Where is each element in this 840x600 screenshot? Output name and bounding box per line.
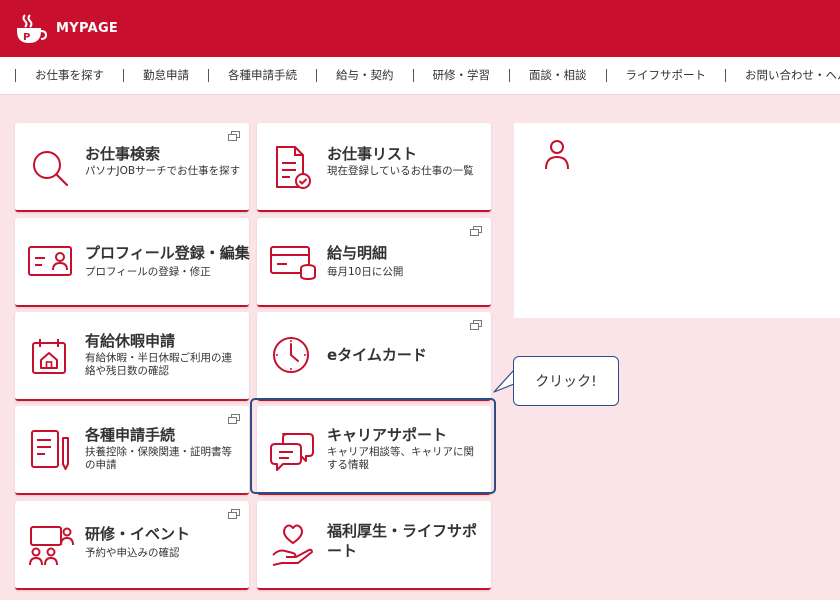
tile-job-list[interactable]: お仕事リスト 現在登録しているお仕事の一覧 xyxy=(257,123,491,212)
tile-title: お仕事検索 xyxy=(85,145,161,163)
tile-description: 有給休暇・半日休暇ご利用の連絡や残日数の確認 xyxy=(85,352,232,377)
tile-description: 現在登録しているお仕事の一覧 xyxy=(327,165,474,177)
tile-description: 扶養控除・保険関連・証明書等の申請 xyxy=(85,446,232,471)
tile-description: 毎月10日に公開 xyxy=(327,266,404,278)
external-window-icon xyxy=(228,414,240,424)
callout-bubble: クリック! xyxy=(513,356,619,406)
document-check-icon xyxy=(276,146,311,189)
tile-description: 予約や申込みの確認 xyxy=(85,547,180,559)
nav-item-consultation[interactable]: 面談・相談 xyxy=(509,69,606,82)
tile-training-event[interactable]: 研修・イベント 予約や申込みの確認 xyxy=(15,501,249,590)
calendar-house-icon xyxy=(32,339,66,374)
seminar-icon xyxy=(29,526,74,566)
tile-applications[interactable]: 各種申請手続 扶養控除・保険関連・証明書等の申請 xyxy=(15,406,249,495)
tile-profile[interactable]: プロフィール登録・編集 プロフィールの登録・修正 xyxy=(15,218,250,307)
tile-title: 各種申請手続 xyxy=(85,426,176,444)
cup-logo-icon: P xyxy=(17,13,48,43)
tile-title: お仕事リスト xyxy=(327,145,418,163)
tile-paid-leave[interactable]: 有給休暇申請 有給休暇・半日休暇ご利用の連絡や残日数の確認 xyxy=(15,312,249,401)
callout-text: クリック! xyxy=(535,374,597,390)
nav-item-salary-contract[interactable]: 給与・契約 xyxy=(316,69,413,82)
nav-item-attendance[interactable]: 勤怠申請 xyxy=(123,69,208,82)
external-window-icon xyxy=(228,131,240,141)
clock-icon xyxy=(273,337,309,373)
id-card-icon xyxy=(28,246,72,276)
tile-description: パソナJOBサーチでお仕事を探す xyxy=(85,165,241,177)
tile-title: プロフィール登録・編集 xyxy=(85,244,250,262)
heart-hand-icon xyxy=(272,524,313,566)
tile-e-timecard[interactable]: eタイムカード xyxy=(257,312,491,401)
tile-title: 給与明細 xyxy=(327,244,388,262)
tile-job-search[interactable]: お仕事検索 パソナJOBサーチでお仕事を探す xyxy=(15,123,249,212)
tile-title: 有給休暇申請 xyxy=(85,332,176,350)
tile-title: 研修・イベント xyxy=(85,525,191,543)
header-bar: P MYPAGE xyxy=(0,0,840,57)
nav-item-help[interactable]: お問い合わせ・ヘルプ xyxy=(725,69,840,82)
tile-description: プロフィールの登録・修正 xyxy=(85,266,211,278)
nav-item-job-search[interactable]: お仕事を探す xyxy=(15,69,123,82)
highlight-frame xyxy=(250,398,496,494)
tile-title: eタイムカード xyxy=(327,346,427,364)
nav-item-applications[interactable]: 各種申請手続 xyxy=(208,69,316,82)
tile-welfare[interactable]: 福利厚生・ライフサポート xyxy=(257,501,491,590)
search-icon xyxy=(33,151,69,187)
header-title: MYPAGE xyxy=(56,21,119,36)
external-window-icon xyxy=(228,509,240,519)
nav-item-life-support[interactable]: ライフサポート xyxy=(605,69,726,82)
card-coins-icon xyxy=(270,246,316,281)
form-pen-icon xyxy=(31,430,69,470)
external-window-icon xyxy=(470,226,482,236)
tile-payslip[interactable]: 給与明細 毎月10日に公開 xyxy=(257,218,491,307)
global-nav: お仕事を探す 勤怠申請 各種申請手続 給与・契約 研修・学習 面談・相談 ライフ… xyxy=(0,57,840,95)
nav-item-training[interactable]: 研修・学習 xyxy=(412,69,510,82)
user-icon[interactable] xyxy=(544,139,570,171)
external-window-icon xyxy=(470,320,482,330)
logo[interactable]: P MYPAGE xyxy=(14,13,118,45)
svg-text:P: P xyxy=(23,32,30,43)
user-panel xyxy=(514,123,840,318)
tile-title: 福利厚生・ライフサポート xyxy=(327,522,478,560)
